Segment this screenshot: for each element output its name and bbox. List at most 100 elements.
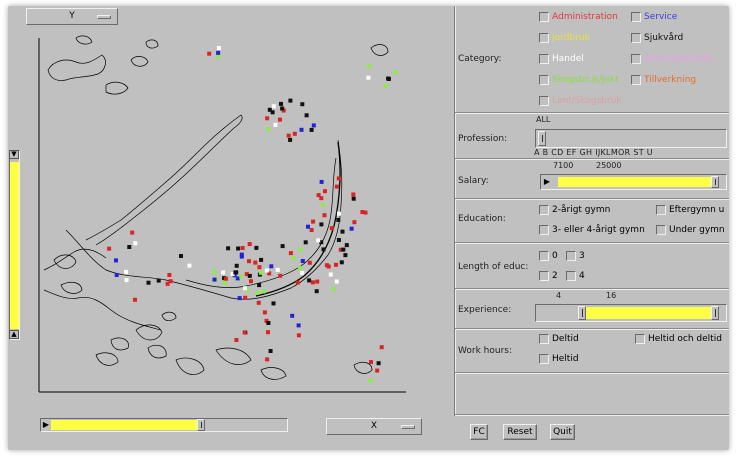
category-service-label: Service [644,12,678,22]
data-point [262,310,267,315]
data-point [334,184,339,189]
data-point [127,245,132,249]
work-hours-deltid-checkbox[interactable]: Deltid [539,333,579,345]
category-lant-checkbox[interactable]: Lant/Skogsbruk [539,95,622,107]
data-point [368,378,373,383]
data-point [304,113,309,118]
profession-slider-thumb[interactable] [538,131,546,146]
education-eftergymn-checkbox[interactable]: Eftergymn u [656,204,724,216]
education-2arigt-checkbox[interactable]: 2-årigt gymn [539,204,610,216]
data-point [322,213,327,218]
category-lant-label: Lant/Skogsbruk [552,96,622,106]
education-3eller4-checkbox[interactable]: 3- eller 4-årigt gymn [539,224,645,236]
category-handel-label: Handel [552,54,584,64]
scatter-map[interactable] [36,30,454,402]
data-point [242,330,247,335]
data-point [393,70,398,75]
length-educ-4-checkbox[interactable]: 4 [566,270,585,282]
data-point [226,246,231,251]
education-eftergymn-label: Eftergymn u [669,205,725,215]
data-point [334,262,338,267]
data-point [288,251,293,256]
coastline-map [43,35,389,380]
y-range-slider[interactable] [9,150,20,340]
data-point [222,280,227,285]
quit-button[interactable]: Quit [550,424,575,440]
salary-range-fill [558,177,711,187]
data-point [239,274,244,279]
separator [455,198,729,200]
separator [455,372,729,374]
data-point [271,301,276,306]
data-point [311,123,316,128]
category-sjukvard-checkbox[interactable]: Sjukvård [631,32,683,44]
category-jordbruk-checkbox[interactable]: Jordbruk [539,32,590,44]
profession-letter-scale: A B CD EF GH IJKLMOR ST U [534,148,653,157]
checkbox-box [539,12,549,22]
x-range-slider[interactable]: ▶ [40,418,288,432]
category-handel-checkbox[interactable]: Handel [539,53,584,65]
data-point [124,269,128,274]
data-point [343,253,348,258]
x-axis-selector[interactable]: X [326,418,422,435]
data-point [261,289,266,294]
profession-value-label: ALL [536,115,551,124]
salary-slider-thumb[interactable] [711,176,719,188]
profession-slider[interactable] [535,129,727,148]
length-educ-3-label: 3 [579,251,585,261]
y-slider-top-handle[interactable]: ▼ [9,150,19,159]
experience-max-value: 16 [606,291,617,300]
salary-left-arrow[interactable]: ▶ [543,177,551,187]
y-axis-selector[interactable]: Y [26,8,118,25]
category-administration-checkbox[interactable]: Administration [539,11,618,23]
separator [455,242,729,244]
education-undergymn-checkbox[interactable]: Under gymn [656,224,725,236]
checkbox-box [656,205,666,215]
data-point [344,243,349,248]
experience-range-slider[interactable] [535,304,727,322]
data-point [212,270,217,275]
data-point [367,64,372,69]
checkbox-box [539,205,549,215]
category-teknik-checkbox[interactable]: Teknik/Samhäll [631,53,711,65]
category-label: Category: [458,54,502,64]
data-point [300,102,305,107]
data-point [265,116,270,121]
x-slider-left-arrow[interactable]: ▶ [42,420,50,430]
data-point [247,273,252,278]
data-point [369,360,373,364]
length-educ-0-checkbox[interactable]: 0 [539,250,558,262]
checkbox-box [539,54,549,64]
y-range-fill [10,162,19,329]
category-service-checkbox[interactable]: Service [631,11,677,23]
x-axis-selector-label: X [370,421,378,431]
checkbox-box [631,12,641,22]
experience-slider-right-thumb[interactable] [711,306,719,320]
salary-range-slider[interactable]: ▶ [540,174,727,190]
category-administration-label: Administration [552,12,618,22]
length-educ-2-checkbox[interactable]: 2 [539,270,558,282]
data-point [336,176,341,181]
data-point [296,323,301,328]
reset-button[interactable]: Reset [503,424,537,440]
work-hours-heltid-och-deltid-label: Heltid och deltid [648,334,722,344]
experience-slider-left-thumb[interactable] [578,306,586,320]
work-hours-heltid-checkbox[interactable]: Heltid [539,353,579,365]
education-undergymn-label: Under gymn [669,225,725,235]
data-point [351,192,356,197]
category-tillverkning-checkbox[interactable]: Tillverkning [631,74,696,86]
experience-min-value: 4 [556,291,562,300]
data-point [306,224,310,229]
education-3eller4-label: 3- eller 4-årigt gymn [552,225,645,235]
x-slider-thumb[interactable] [197,419,205,431]
fc-button[interactable]: FC [470,424,488,440]
data-point [296,333,301,338]
data-point [243,295,248,300]
y-slider-bottom-handle[interactable]: ▲ [9,330,19,339]
data-point [298,247,303,252]
data-point [303,240,308,245]
data-point [133,297,137,302]
length-educ-3-checkbox[interactable]: 3 [566,250,585,262]
category-skogsbruk-checkbox[interactable]: Skogsbruk/Jakt [539,74,619,86]
work-hours-heltid-och-deltid-checkbox[interactable]: Heltid och deltid [635,333,722,345]
